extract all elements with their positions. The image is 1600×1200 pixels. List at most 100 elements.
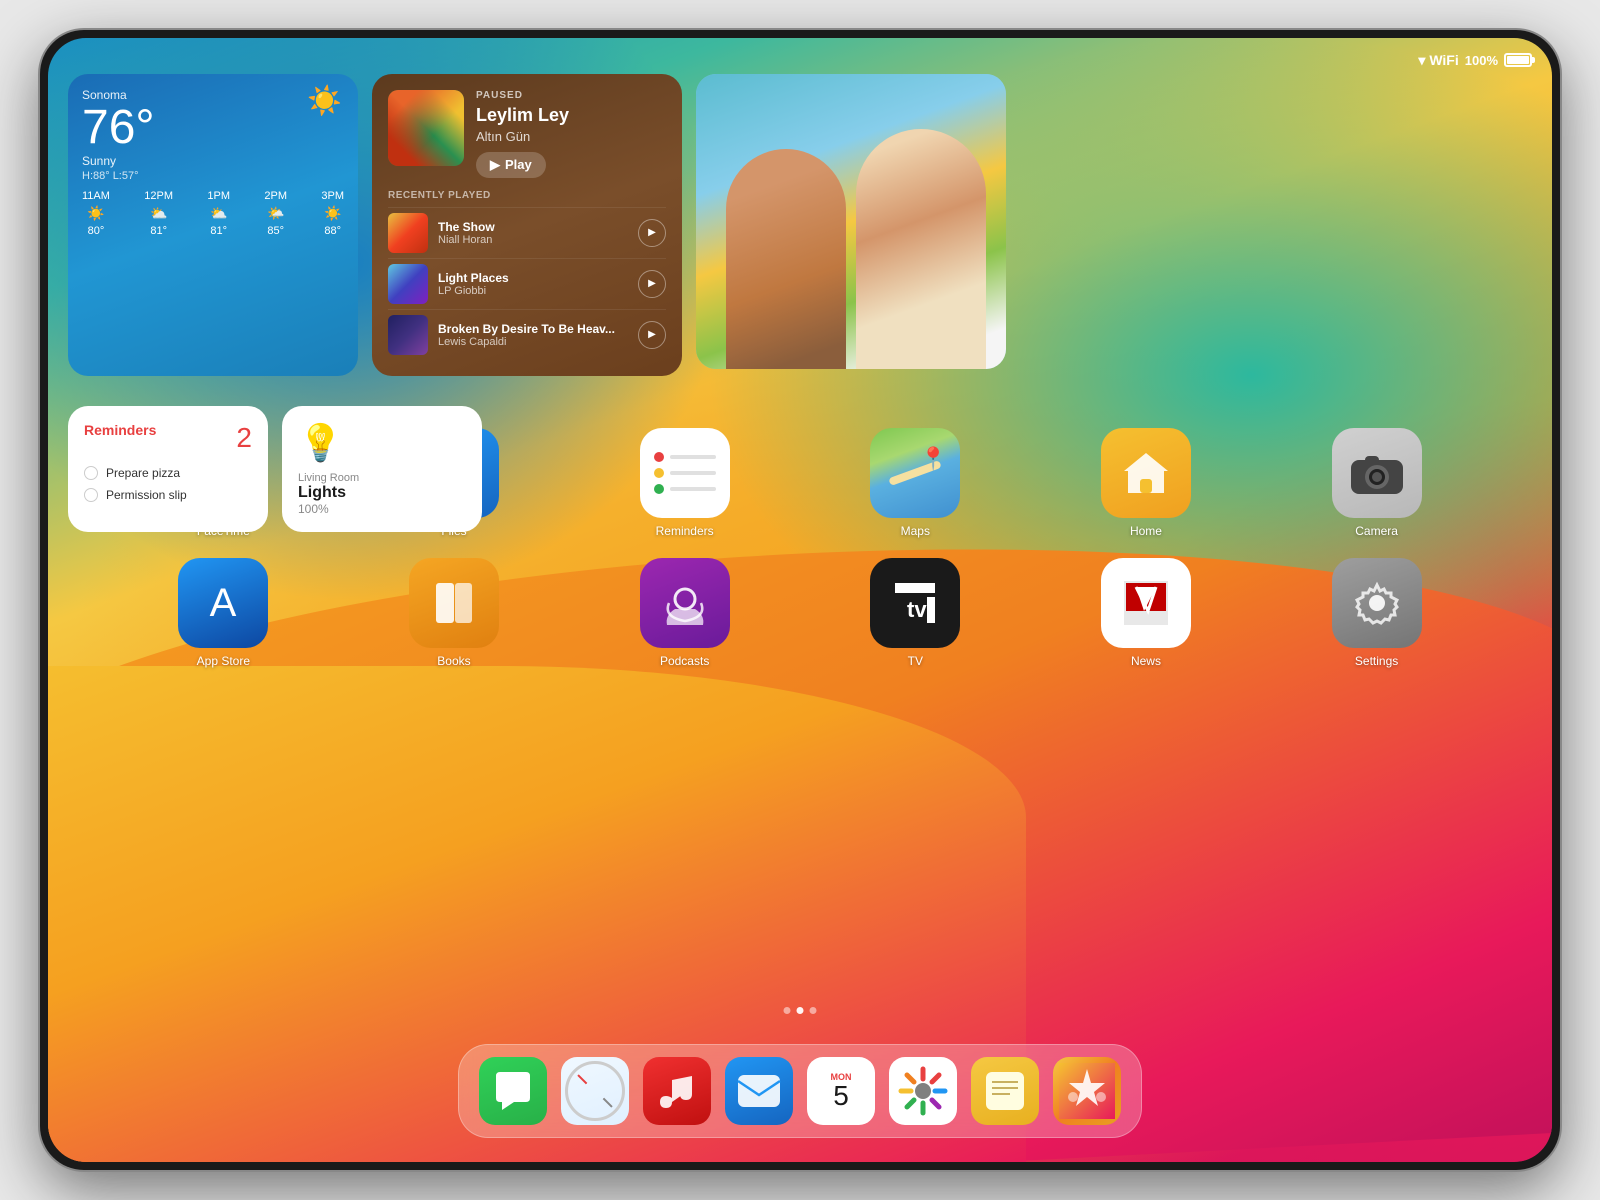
app-tv[interactable]: tv TV — [870, 558, 960, 668]
recent-track-2[interactable]: Light Places LP Giobbi ▶ — [388, 258, 666, 309]
settings-label: Settings — [1355, 654, 1398, 668]
page-dot-1[interactable] — [784, 1007, 791, 1014]
dock-app-mail[interactable] — [725, 1057, 793, 1125]
app-appstore[interactable]: A App Store — [178, 558, 268, 668]
music-status: PAUSED — [476, 90, 666, 101]
books-icon — [409, 558, 499, 648]
svg-text:A: A — [210, 581, 237, 625]
weather-location: Sonoma — [82, 88, 344, 102]
play-circle-1[interactable]: ▶ — [638, 219, 666, 247]
app-podcasts[interactable]: Podcasts — [640, 558, 730, 668]
home-icon — [1101, 428, 1191, 518]
reminders-widget[interactable]: Reminders 2 Prepare pizza Permission sli… — [68, 406, 268, 532]
reminder-circle-1 — [84, 466, 98, 480]
music-widget[interactable]: ♪ PAUSED Leylim Ley Altın Gün ▶ Play — [372, 74, 682, 376]
podcasts-icon — [640, 558, 730, 648]
apps-row-2: A App Store Books Podcasts — [88, 558, 1512, 668]
track-info-2: Light Places LP Giobbi — [438, 271, 628, 297]
dock-app-messages[interactable] — [479, 1057, 547, 1125]
play-button[interactable]: ▶ Play — [476, 152, 546, 178]
dock: MON 5 — [458, 1044, 1142, 1138]
recent-track-3[interactable]: Broken By Desire To Be Heav... Lewis Cap… — [388, 309, 666, 360]
dock-app-notes[interactable] — [971, 1057, 1039, 1125]
dock-app-calendar[interactable]: MON 5 — [807, 1057, 875, 1125]
battery-percent: 100% — [1465, 53, 1498, 68]
track-info-1: The Show Niall Horan — [438, 220, 628, 246]
app-news[interactable]: News — [1101, 558, 1191, 668]
photos-widget[interactable] — [696, 74, 1006, 369]
recent-track-1[interactable]: The Show Niall Horan ▶ — [388, 207, 666, 258]
reminders-icon — [640, 428, 730, 518]
dock-app-music[interactable] — [643, 1057, 711, 1125]
dock-app-safari[interactable] — [561, 1057, 629, 1125]
reminders-label: Reminders — [656, 524, 714, 538]
track-name-3: Broken By Desire To Be Heav... — [438, 322, 628, 336]
tv-icon: tv — [870, 558, 960, 648]
reminders-title: Reminders — [84, 422, 156, 438]
page-dot-3[interactable] — [810, 1007, 817, 1014]
tv-label: TV — [908, 654, 923, 668]
maps-icon: 📍 — [870, 428, 960, 518]
forecast-item: 12PM ⛅ 81° — [144, 190, 173, 237]
track-info-3: Broken By Desire To Be Heav... Lewis Cap… — [438, 322, 628, 348]
homekit-widget[interactable]: 💡 Living Room Lights 100% — [282, 406, 482, 532]
forecast-sun-icon: ☀️ — [87, 205, 104, 222]
weather-hi-lo: H:88° L:57° — [82, 170, 344, 182]
photo-person-1 — [726, 149, 846, 369]
battery-fill — [1507, 56, 1529, 64]
music-info: PAUSED Leylim Ley Altın Gün ▶ Play — [476, 90, 666, 178]
track-artist-3: Lewis Capaldi — [438, 336, 628, 348]
photos-content — [696, 74, 1006, 369]
forecast-item: 1PM ⛅ 81° — [207, 190, 230, 237]
home-label: Home — [1130, 524, 1162, 538]
track-artist-1: Niall Horan — [438, 234, 628, 246]
forecast-partly-cloudy-icon: 🌤️ — [267, 205, 284, 222]
app-books[interactable]: Books — [409, 558, 499, 668]
play-circle-3[interactable]: ▶ — [638, 321, 666, 349]
play-circle-2[interactable]: ▶ — [638, 270, 666, 298]
page-dot-2[interactable] — [797, 1007, 804, 1014]
music-header: PAUSED Leylim Ley Altın Gün ▶ Play — [388, 90, 666, 178]
recently-played-label: RECENTLY PLAYED — [388, 190, 666, 201]
weather-widget[interactable]: ☀️ Sonoma 76° Sunny H:88° L:57° 11AM ☀️ … — [68, 74, 358, 376]
camera-icon — [1332, 428, 1422, 518]
app-settings[interactable]: Settings — [1332, 558, 1422, 668]
books-label: Books — [437, 654, 470, 668]
app-reminders[interactable]: Reminders — [640, 428, 730, 538]
device-frame: ▾ WiFi 100% ☀️ Sonoma 76° Sunny H:88° L:… — [40, 30, 1560, 1170]
status-bar: ▾ WiFi 100% — [48, 38, 1552, 74]
app-camera[interactable]: Camera — [1332, 428, 1422, 538]
news-icon — [1101, 558, 1191, 648]
photo-person-2 — [856, 129, 986, 369]
weather-temp: 76° — [82, 104, 344, 152]
reminder-circle-2 — [84, 488, 98, 502]
reminder-item-2: Permission slip — [84, 484, 252, 506]
homekit-name: Lights — [298, 484, 466, 502]
forecast-item: 2PM 🌤️ 85° — [264, 190, 287, 237]
calendar-date: 5 — [833, 1082, 849, 1110]
appstore-icon: A — [178, 558, 268, 648]
track-thumbnail-1 — [388, 213, 428, 253]
homekit-location: Living Room — [298, 472, 466, 484]
camera-label: Camera — [1355, 524, 1398, 538]
forecast-cloud-icon: ⛅ — [210, 205, 227, 222]
play-label: Play — [505, 157, 532, 172]
settings-icon — [1332, 558, 1422, 648]
maps-label: Maps — [901, 524, 930, 538]
weather-forecast: 11AM ☀️ 80° 12PM ⛅ 81° 1PM ⛅ 81° — [82, 190, 344, 237]
album-art — [388, 90, 464, 166]
dock-app-arcade[interactable] — [1053, 1057, 1121, 1125]
forecast-item: 11AM ☀️ 80° — [82, 190, 110, 237]
page-dots — [784, 1007, 817, 1014]
play-triangle-icon: ▶ — [490, 157, 500, 173]
app-maps[interactable]: 📍 Maps — [870, 428, 960, 538]
forecast-cloud-icon: ⛅ — [150, 205, 167, 222]
battery-container — [1504, 53, 1532, 67]
app-home[interactable]: Home — [1101, 428, 1191, 538]
dock-app-photos[interactable] — [889, 1057, 957, 1125]
appstore-label: App Store — [197, 654, 250, 668]
reminder-item-1: Prepare pizza — [84, 462, 252, 484]
music-title: Leylim Ley — [476, 105, 666, 127]
news-label: News — [1131, 654, 1161, 668]
homekit-percent: 100% — [298, 502, 466, 516]
